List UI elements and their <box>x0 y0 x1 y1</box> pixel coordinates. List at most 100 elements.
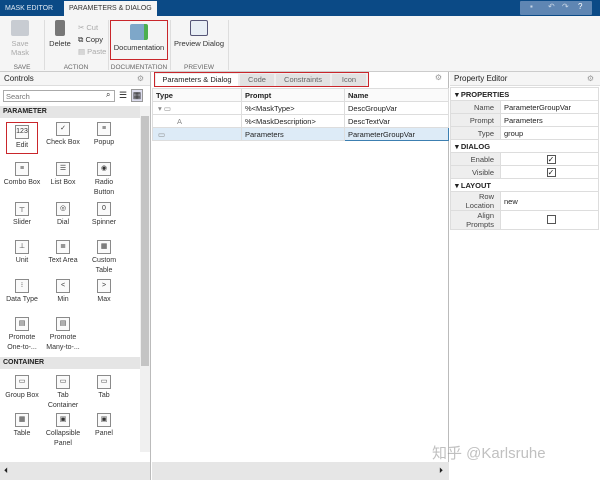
grid-view-icon[interactable]: ▦ <box>131 89 143 102</box>
control-label: Min <box>57 296 69 303</box>
control-label: Text Area <box>48 257 78 264</box>
control-tab[interactable]: ▭ Tab <box>84 375 124 401</box>
control-icon: ▣ <box>56 413 70 427</box>
tab-code[interactable]: Code <box>240 74 274 86</box>
collapse-right-icon[interactable]: ⏵ <box>152 462 449 480</box>
control-label: Radio Button <box>93 179 115 196</box>
collapse-left-icon[interactable]: ⏴ <box>0 462 150 480</box>
control-icon: ≡ <box>97 122 111 136</box>
control-icon: > <box>97 279 111 293</box>
control-unit[interactable]: ⊥ Unit <box>2 240 42 266</box>
control-data-type[interactable]: ⁝ Data Type <box>2 279 42 305</box>
control-label: List Box <box>50 179 76 186</box>
delete-button[interactable]: Delete <box>47 20 73 48</box>
layout-section[interactable]: ▾ LAYOUT <box>450 178 599 192</box>
control-tab-container[interactable]: ▭ Tab Container <box>43 375 83 411</box>
control-popup[interactable]: ≡ Popup <box>84 122 124 148</box>
control-dial[interactable]: ◎ Dial <box>43 202 83 228</box>
preview-dialog-label: Preview Dialog <box>173 39 225 48</box>
property-editor-title-text: Property Editor <box>454 74 508 83</box>
prompt-value[interactable]: Parameters <box>500 113 599 127</box>
row-location-value[interactable]: new <box>500 191 599 211</box>
copy-button[interactable]: ⧉ Copy <box>78 34 106 46</box>
controls-search-input[interactable] <box>3 90 115 102</box>
copy-label: Copy <box>85 35 103 44</box>
delete-label: Delete <box>49 39 71 48</box>
control-icon: ▭ <box>15 375 29 389</box>
enable-checkbox[interactable]: ✓ <box>546 154 556 164</box>
toolstrip: Save Mask Delete ✂ Cut ⧉ Copy ▤ Paste Do… <box>0 16 600 72</box>
preview-dialog-icon <box>190 20 208 36</box>
control-icon: ▭ <box>97 375 111 389</box>
control-promote-many-to[interactable]: ▤ Promote Many-to-... <box>43 317 83 353</box>
quick-access-toolbar: ▪ ↶ ↷ ? <box>520 1 592 15</box>
align-prompts-checkbox[interactable] <box>546 214 556 224</box>
table-header: Type Prompt Name <box>152 88 449 102</box>
control-collapsible-panel[interactable]: ▣ Collapsible Panel <box>43 413 83 449</box>
control-icon: ≣ <box>56 240 70 254</box>
visible-checkbox[interactable]: ✓ <box>546 167 556 177</box>
gear-icon[interactable]: ⚙ <box>435 73 442 82</box>
tab-parameters-dialog[interactable]: PARAMETERS & DIALOG <box>64 1 157 16</box>
row-type: A <box>152 114 242 128</box>
tab-icon[interactable]: Icon <box>332 74 366 86</box>
table-row[interactable]: ▭ Parameters ParameterGroupVar <box>152 127 449 141</box>
control-max[interactable]: > Max <box>84 279 124 305</box>
dialog-section[interactable]: ▾ DIALOG <box>450 139 599 153</box>
column-prompt[interactable]: Prompt <box>241 88 345 102</box>
control-min[interactable]: < Min <box>43 279 83 305</box>
paste-button[interactable]: ▤ Paste <box>78 46 106 58</box>
undo-icon[interactable]: ↶ <box>548 2 555 11</box>
gear-icon[interactable]: ⚙ <box>587 72 594 86</box>
save-mask-label: Save Mask <box>11 39 29 57</box>
control-table[interactable]: ▦ Table <box>2 413 42 439</box>
property-row-align-prompts: Align Prompts <box>450 210 599 230</box>
help-icon[interactable]: ? <box>578 2 582 11</box>
column-type[interactable]: Type <box>152 88 242 102</box>
scrollbar-thumb[interactable] <box>141 116 149 366</box>
save-mask-button[interactable]: Save Mask <box>4 20 36 57</box>
section-preview: PREVIEW <box>184 64 214 71</box>
control-label: Max <box>97 296 111 303</box>
control-panel[interactable]: ▣ Panel <box>84 413 124 439</box>
gear-icon[interactable]: ⚙ <box>137 72 144 86</box>
cut-button[interactable]: ✂ Cut <box>78 22 106 34</box>
control-custom-table[interactable]: ▦ Custom Table <box>84 240 124 276</box>
control-icon: 123 <box>15 125 29 139</box>
control-text-area[interactable]: ≣ Text Area <box>43 240 83 266</box>
tab-parameters-dialog[interactable]: Parameters & Dialog <box>156 74 238 86</box>
control-label: Dial <box>56 219 70 226</box>
redo-icon[interactable]: ↷ <box>562 2 569 11</box>
control-slider[interactable]: ┬ Slider <box>2 202 42 228</box>
name-value[interactable]: ParameterGroupVar <box>500 100 599 114</box>
row-name[interactable]: ParameterGroupVar <box>344 127 449 141</box>
table-row[interactable]: A %<MaskDescription> DescTextVar <box>152 114 449 128</box>
row-prompt[interactable]: %<MaskDescription> <box>241 114 345 128</box>
control-check-box[interactable]: ✓ Check Box <box>43 122 83 148</box>
column-name[interactable]: Name <box>344 88 449 102</box>
control-edit[interactable]: 123 Edit <box>6 122 38 154</box>
control-promote-one-to[interactable]: ▤ Promote One-to-... <box>2 317 42 353</box>
controls-scrollbar[interactable] <box>140 106 150 452</box>
row-name[interactable]: DescTextVar <box>344 114 449 128</box>
preview-dialog-button[interactable]: Preview Dialog <box>172 20 226 48</box>
row-prompt[interactable]: Parameters <box>241 127 345 141</box>
clipboard-group: ✂ Cut ⧉ Copy ▤ Paste <box>78 22 106 58</box>
control-group-box[interactable]: ▭ Group Box <box>2 375 42 401</box>
control-label: Data Type <box>6 296 38 303</box>
tab-constraints[interactable]: Constraints <box>276 74 330 86</box>
dialog-header: DIALOG <box>460 141 491 151</box>
save-icon[interactable]: ▪ <box>530 2 533 11</box>
row-prompt[interactable]: %<MaskType> <box>241 101 345 115</box>
control-list-box[interactable]: ☰ List Box <box>43 162 83 188</box>
properties-section[interactable]: ▾ PROPERTIES <box>450 87 599 101</box>
list-view-icon[interactable]: ☰ <box>119 90 127 101</box>
tab-mask-editor[interactable]: MASK EDITOR <box>0 1 58 16</box>
control-combo-box[interactable]: ≡ Combo Box <box>2 162 42 188</box>
control-spinner[interactable]: 0 Spinner <box>84 202 124 228</box>
property-row-enable: Enable ✓ <box>450 152 599 166</box>
table-row[interactable]: ▾ ▭ %<MaskType> DescGroupVar <box>152 101 449 115</box>
documentation-button[interactable]: Documentation <box>110 20 168 60</box>
row-name[interactable]: DescGroupVar <box>344 101 449 115</box>
control-radio-button[interactable]: ◉ Radio Button <box>84 162 124 198</box>
